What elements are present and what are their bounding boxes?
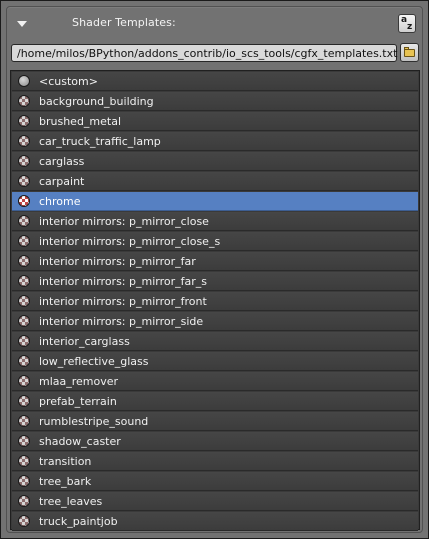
list-item-label: tree_bark bbox=[39, 475, 92, 488]
list-item-label: interior mirrors: p_mirror_far_s bbox=[39, 275, 207, 288]
list-item-label: tree_leaves bbox=[39, 495, 103, 508]
list-item-label: low_reflective_glass bbox=[39, 355, 149, 368]
material-checker-icon bbox=[18, 275, 30, 287]
material-checker-icon bbox=[18, 455, 30, 467]
list-item-label: shadow_caster bbox=[39, 435, 121, 448]
list-item-label: interior mirrors: p_mirror_front bbox=[39, 295, 207, 308]
list-item-label: interior_carglass bbox=[39, 335, 130, 348]
list-item[interactable]: interior mirrors: p_mirror_side bbox=[12, 312, 418, 331]
list-item[interactable]: <custom> bbox=[12, 72, 418, 91]
material-checker-icon bbox=[18, 155, 30, 167]
list-item-label: <custom> bbox=[39, 75, 98, 88]
list-item-label: transition bbox=[39, 455, 92, 468]
list-item[interactable]: shadow_caster bbox=[12, 432, 418, 451]
list-item-label: chrome bbox=[39, 195, 81, 208]
sphere-icon bbox=[18, 75, 30, 87]
list-item-label: carglass bbox=[39, 155, 85, 168]
list-item[interactable]: tree_bark bbox=[12, 472, 418, 491]
panel-header[interactable]: Shader Templates: a z bbox=[7, 7, 422, 37]
list-item[interactable]: background_building bbox=[12, 92, 418, 111]
material-checker-icon bbox=[18, 215, 30, 227]
material-checker-icon bbox=[18, 495, 30, 507]
browse-folder-button[interactable] bbox=[400, 43, 419, 62]
list-item-label: truck_paintjob bbox=[39, 515, 118, 528]
material-checker-icon bbox=[18, 515, 30, 527]
list-item-label: interior mirrors: p_mirror_close bbox=[39, 215, 209, 228]
list-item[interactable]: tree_leaves bbox=[12, 492, 418, 511]
triangle-down-icon[interactable] bbox=[17, 21, 27, 27]
material-checker-icon bbox=[18, 175, 30, 187]
material-checker-icon bbox=[18, 475, 30, 487]
template-path-field[interactable]: /home/milos/BPython/addons_contrib/io_sc… bbox=[11, 44, 397, 62]
folder-icon bbox=[404, 49, 415, 57]
material-checker-icon bbox=[18, 435, 30, 447]
window-frame: Shader Templates: a z /home/milos/BPytho… bbox=[0, 0, 429, 539]
list-item[interactable]: car_truck_traffic_lamp bbox=[12, 132, 418, 151]
material-checker-icon bbox=[18, 315, 30, 327]
list-item-label: interior mirrors: p_mirror_far bbox=[39, 255, 196, 268]
list-item[interactable]: low_reflective_glass bbox=[12, 352, 418, 371]
list-item[interactable]: transition bbox=[12, 452, 418, 471]
material-checker-icon bbox=[18, 415, 30, 427]
list-item[interactable]: brushed_metal bbox=[12, 112, 418, 131]
material-checker-icon bbox=[18, 135, 30, 147]
material-checker-icon bbox=[18, 295, 30, 307]
list-item-label: background_building bbox=[39, 95, 154, 108]
list-item[interactable]: mlaa_remover bbox=[12, 372, 418, 391]
sort-alpha-button[interactable]: a z bbox=[398, 14, 416, 33]
list-item-label: carpaint bbox=[39, 175, 85, 188]
list-item-label: brushed_metal bbox=[39, 115, 122, 128]
list-item[interactable]: interior_carglass bbox=[12, 332, 418, 351]
material-checker-icon bbox=[18, 235, 30, 247]
material-checker-icon bbox=[18, 375, 30, 387]
panel-title: Shader Templates: bbox=[72, 16, 176, 29]
list-item-label: mlaa_remover bbox=[39, 375, 119, 388]
material-checker-icon bbox=[18, 255, 30, 267]
list-item[interactable]: interior mirrors: p_mirror_far_s bbox=[12, 272, 418, 291]
shader-template-list: <custom> background_building brushed_metal… bbox=[10, 70, 420, 531]
template-path-value: /home/milos/BPython/addons_contrib/io_sc… bbox=[17, 47, 398, 60]
list-item-label: interior mirrors: p_mirror_side bbox=[39, 315, 204, 328]
list-item[interactable]: carpaint bbox=[12, 172, 418, 191]
material-checker-icon bbox=[18, 395, 30, 407]
list-item[interactable]: chrome bbox=[12, 192, 418, 211]
material-checker-icon bbox=[18, 355, 30, 367]
shader-templates-panel: Shader Templates: a z /home/milos/BPytho… bbox=[6, 6, 423, 533]
list-item-label: interior mirrors: p_mirror_close_s bbox=[39, 235, 221, 248]
material-checker-icon bbox=[18, 115, 30, 127]
list-item-label: prefab_terrain bbox=[39, 395, 117, 408]
list-item[interactable]: interior mirrors: p_mirror_close bbox=[12, 212, 418, 231]
list-item[interactable]: truck_paintjob bbox=[12, 512, 418, 531]
material-checker-icon bbox=[18, 195, 30, 207]
list-item[interactable]: interior mirrors: p_mirror_close_s bbox=[12, 232, 418, 251]
list-item[interactable]: prefab_terrain bbox=[12, 392, 418, 411]
list-item[interactable]: rumblestripe_sound bbox=[12, 412, 418, 431]
sort-alpha-icon-z: z bbox=[407, 22, 413, 32]
list-item-label: rumblestripe_sound bbox=[39, 415, 149, 428]
list-item[interactable]: carglass bbox=[12, 152, 418, 171]
material-checker-icon bbox=[18, 335, 30, 347]
list-item-label: car_truck_traffic_lamp bbox=[39, 135, 161, 148]
material-checker-icon bbox=[18, 95, 30, 107]
list-item[interactable]: interior mirrors: p_mirror_far bbox=[12, 252, 418, 271]
list-item[interactable]: interior mirrors: p_mirror_front bbox=[12, 292, 418, 311]
